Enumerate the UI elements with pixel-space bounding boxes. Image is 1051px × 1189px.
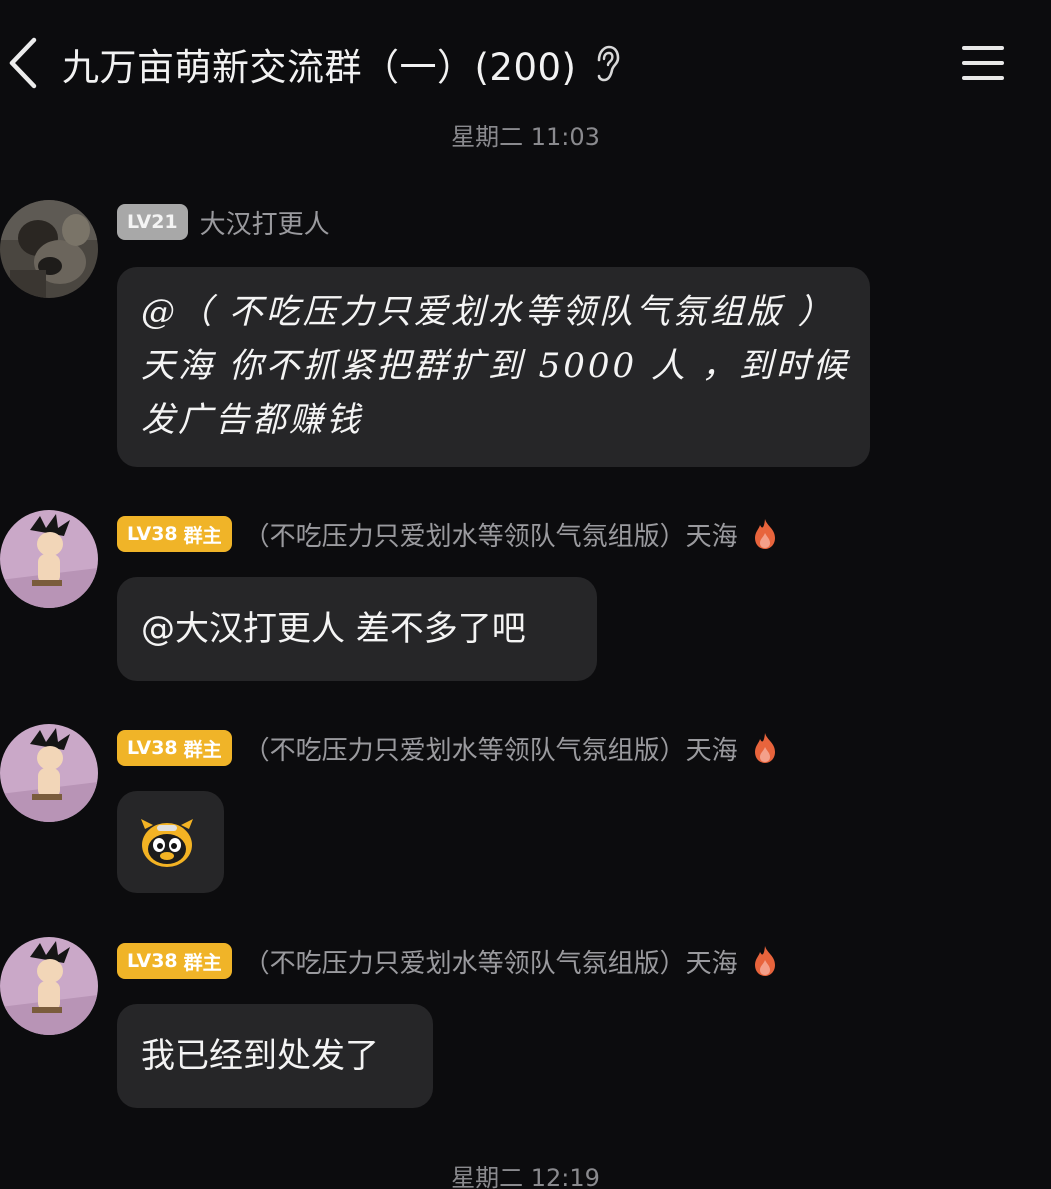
back-button[interactable] bbox=[4, 34, 48, 92]
ear-icon bbox=[597, 45, 619, 82]
message-bubble[interactable]: @大汉打更人 差不多了吧 bbox=[117, 577, 597, 681]
menu-icon-line bbox=[962, 61, 1004, 65]
timestamp-divider: 星期二 11:03 bbox=[451, 123, 600, 151]
chevron-left-icon bbox=[9, 37, 37, 89]
role-text: 群主 bbox=[183, 738, 222, 761]
sender-name[interactable]: （不吃压力只爱划水等领队气氛组版）天海 bbox=[244, 516, 738, 553]
flame-icon bbox=[754, 519, 775, 549]
avatar-image bbox=[0, 200, 98, 298]
sender-name[interactable]: 大汉打更人 bbox=[200, 204, 330, 241]
message-text: @（ 不吃压力只爱划水等领队气氛组版 ）天海 你不抓紧把群扩到 5000 人 ，… bbox=[141, 292, 850, 440]
message-meta: LV38 群主 （不吃压力只爱划水等领队气氛组版）天海 bbox=[117, 941, 778, 981]
message-meta: LV21 大汉打更人 bbox=[117, 202, 330, 242]
menu-icon bbox=[962, 46, 1004, 50]
avatar-image bbox=[0, 724, 98, 822]
level-badge: LV21 bbox=[117, 204, 188, 240]
photo-avatar[interactable] bbox=[0, 200, 98, 298]
level-text: LV38 bbox=[127, 523, 178, 545]
level-text: LV38 bbox=[127, 950, 178, 972]
message-meta: LV38 群主 （不吃压力只爱划水等领队气氛组版）天海 bbox=[117, 728, 778, 768]
level-text: LV38 bbox=[127, 737, 178, 759]
avatar-image bbox=[0, 510, 98, 608]
flame-icon bbox=[754, 733, 775, 763]
flame-icon bbox=[754, 946, 775, 976]
chat-screen: 九万亩萌新交流群（一）(200) 星期二 11:03 LV21 大汉打更人 @（… bbox=[0, 0, 1051, 1189]
sticker-bubble[interactable] bbox=[117, 791, 224, 893]
sender-name[interactable]: （不吃压力只爱划水等领队气氛组版）天海 bbox=[244, 730, 738, 767]
menu-button[interactable] bbox=[958, 40, 1010, 86]
role-text: 群主 bbox=[183, 951, 222, 974]
owner-level-badge: LV38 群主 bbox=[117, 943, 232, 979]
timestamp-divider: 星期二 12:19 bbox=[451, 1164, 600, 1189]
penguin-ox-emoji bbox=[141, 819, 193, 867]
message-text: @大汉打更人 差不多了吧 bbox=[141, 609, 526, 649]
avatar-image bbox=[0, 937, 98, 1035]
title-area[interactable]: 九万亩萌新交流群（一）(200) bbox=[62, 36, 621, 92]
message-bubble[interactable]: @（ 不吃压力只爱划水等领队气氛组版 ）天海 你不抓紧把群扩到 5000 人 ，… bbox=[117, 267, 870, 467]
menu-icon-line bbox=[962, 76, 1004, 80]
owner-level-badge: LV38 群主 bbox=[117, 730, 232, 766]
message-bubble[interactable]: 我已经到处发了 bbox=[117, 1004, 433, 1108]
cartoon-avatar[interactable] bbox=[0, 510, 98, 608]
chat-header: 九万亩萌新交流群（一）(200) bbox=[0, 0, 1051, 120]
message-meta: LV38 群主 （不吃压力只爱划水等领队气氛组版）天海 bbox=[117, 514, 778, 554]
role-text: 群主 bbox=[183, 524, 222, 547]
cartoon-avatar[interactable] bbox=[0, 724, 98, 822]
sender-name[interactable]: （不吃压力只爱划水等领队气氛组版）天海 bbox=[244, 943, 738, 980]
group-title: 九万亩萌新交流群（一）(200) bbox=[62, 46, 577, 89]
message-text: 我已经到处发了 bbox=[141, 1036, 379, 1076]
owner-level-badge: LV38 群主 bbox=[117, 516, 232, 552]
cartoon-avatar[interactable] bbox=[0, 937, 98, 1035]
